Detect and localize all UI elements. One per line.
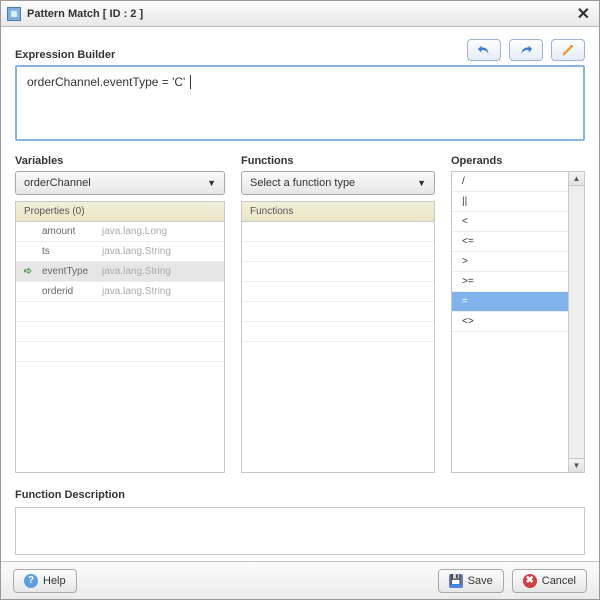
functions-grid-body [242, 222, 434, 472]
operand-row[interactable]: > [452, 252, 568, 272]
cancel-button[interactable]: ✖ Cancel [512, 569, 587, 593]
operand-row[interactable]: / [452, 172, 568, 192]
table-row[interactable] [16, 322, 224, 342]
property-name: ts [42, 246, 94, 257]
undo-button[interactable] [467, 39, 501, 61]
title-bar: ▦ Pattern Match [ ID : 2 ] ✕ [1, 1, 599, 27]
content-area: Expression Builder orderChannel.eventTyp… [1, 27, 599, 561]
operands-list-body: /||<<=>>==<> [452, 172, 568, 472]
scroll-track[interactable] [569, 186, 584, 458]
table-row[interactable] [242, 222, 434, 242]
table-row[interactable] [242, 262, 434, 282]
close-icon[interactable]: ✕ [574, 4, 593, 24]
properties-grid: Properties (0) amountjava.lang.Longtsjav… [15, 201, 225, 473]
text-cursor [186, 75, 190, 89]
table-row[interactable] [16, 302, 224, 322]
property-name: amount [42, 226, 94, 237]
variables-dropdown-value: orderChannel [24, 177, 91, 189]
variables-dropdown[interactable]: orderChannel ▼ [15, 171, 225, 195]
functions-label: Functions [241, 155, 435, 167]
property-row[interactable]: ts java.lang.String [16, 242, 224, 262]
operand-row[interactable]: < [452, 212, 568, 232]
functions-column: Functions Select a function type ▼ Funct… [241, 155, 435, 473]
table-row[interactable] [242, 322, 434, 342]
expression-toolbar [467, 39, 585, 61]
cancel-icon: ✖ [523, 574, 537, 588]
edit-button[interactable] [551, 39, 585, 61]
operand-row[interactable]: >= [452, 272, 568, 292]
operand-row[interactable]: <> [452, 312, 568, 332]
help-label: Help [43, 575, 66, 587]
property-type: java.lang.String [102, 286, 171, 297]
description-box [15, 507, 585, 555]
table-row[interactable] [16, 342, 224, 362]
property-type: java.lang.String [102, 246, 171, 257]
redo-icon [519, 43, 533, 57]
property-row[interactable]: ➪ eventType java.lang.String [16, 262, 224, 282]
operands-label: Operands [451, 155, 585, 167]
variables-label: Variables [15, 155, 225, 167]
functions-dropdown[interactable]: Select a function type ▼ [241, 171, 435, 195]
window-title: Pattern Match [ ID : 2 ] [27, 8, 143, 20]
scroll-down-icon[interactable]: ▼ [569, 458, 584, 472]
save-icon: 💾 [449, 574, 463, 588]
footer-bar: ? Help 💾 Save ✖ Cancel [1, 561, 599, 599]
variables-column: Variables orderChannel ▼ Properties (0) … [15, 155, 225, 473]
operands-list: /||<<=>>==<> ▲ ▼ [451, 171, 585, 473]
arrow-icon: ➪ [22, 266, 34, 277]
scrollbar[interactable]: ▲ ▼ [568, 172, 584, 472]
properties-grid-header: Properties (0) [16, 202, 224, 222]
expression-input[interactable]: orderChannel.eventType = 'C' [15, 65, 585, 141]
cancel-label: Cancel [542, 575, 576, 587]
chevron-down-icon: ▼ [417, 178, 426, 188]
help-button[interactable]: ? Help [13, 569, 77, 593]
operands-column: Operands /||<<=>>==<> ▲ ▼ [451, 155, 585, 473]
property-type: java.lang.Long [102, 226, 167, 237]
expression-label: Expression Builder [15, 49, 115, 61]
save-button[interactable]: 💾 Save [438, 569, 504, 593]
property-row[interactable]: orderid java.lang.String [16, 282, 224, 302]
chevron-down-icon: ▼ [207, 178, 216, 188]
operand-row[interactable]: || [452, 192, 568, 212]
help-icon: ? [24, 574, 38, 588]
operand-row[interactable]: = [452, 292, 568, 312]
scroll-up-icon[interactable]: ▲ [569, 172, 584, 186]
undo-icon [477, 43, 491, 57]
table-row[interactable] [242, 242, 434, 262]
property-name: eventType [42, 266, 94, 277]
pencil-icon [561, 43, 575, 57]
functions-dropdown-value: Select a function type [250, 177, 355, 189]
expression-text: orderChannel.eventType = 'C' [27, 75, 185, 89]
table-row[interactable] [242, 302, 434, 322]
properties-grid-body: amount java.lang.Long ts java.lang.String ➪ e… [16, 222, 224, 472]
redo-button[interactable] [509, 39, 543, 61]
property-name: orderid [42, 286, 94, 297]
property-type: java.lang.String [102, 266, 171, 277]
functions-grid: Functions [241, 201, 435, 473]
property-row[interactable]: amount java.lang.Long [16, 222, 224, 242]
dialog-window: ▦ Pattern Match [ ID : 2 ] ✕ Expression … [0, 0, 600, 600]
operand-row[interactable]: <= [452, 232, 568, 252]
app-icon: ▦ [7, 7, 21, 21]
table-row[interactable] [242, 282, 434, 302]
save-label: Save [468, 575, 493, 587]
functions-grid-header: Functions [242, 202, 434, 222]
description-label: Function Description [15, 489, 125, 501]
